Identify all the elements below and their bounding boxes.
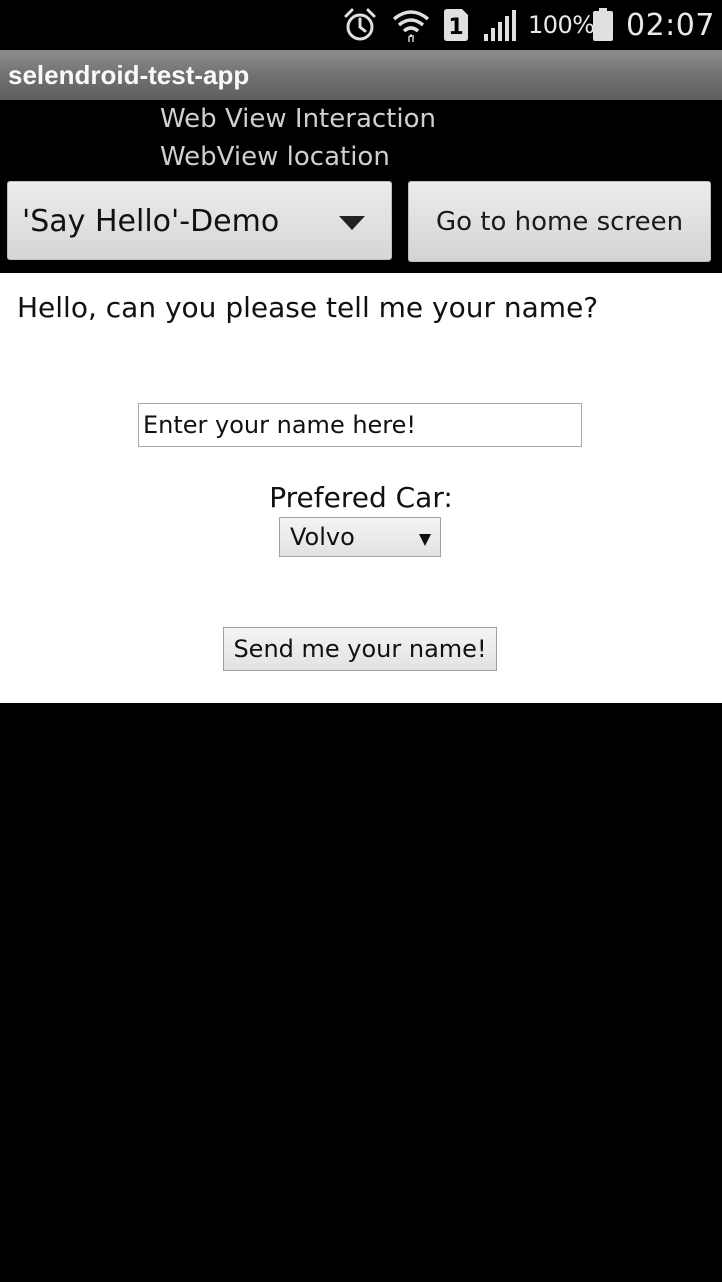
status-bar: 1 100% 02:07 (0, 0, 722, 50)
svg-text:1: 1 (448, 15, 463, 40)
demo-spinner[interactable]: 'Say Hello'-Demo (7, 181, 392, 260)
go-to-home-screen-button[interactable]: Go to home screen (408, 181, 711, 262)
name-question-text: Hello, can you please tell me your name? (17, 291, 599, 324)
web-view-interaction-label: Web View Interaction (160, 104, 436, 134)
alarm-icon (342, 0, 378, 50)
screen: 1 100% 02:07 selendroid-test-app Web Vie… (0, 0, 722, 1282)
spinner-selected-value: 'Say Hello'-Demo (22, 204, 280, 239)
car-selected-value: Volvo (290, 523, 355, 551)
signal-icon (483, 0, 519, 50)
battery-percent: 100% (528, 11, 595, 39)
car-select[interactable]: Volvo (279, 517, 441, 557)
clock: 02:07 (626, 7, 715, 43)
prefered-car-label: Prefered Car: (269, 481, 453, 514)
battery-icon (592, 0, 614, 50)
action-bar: selendroid-test-app (0, 50, 722, 100)
webview: Hello, can you please tell me your name?… (0, 273, 722, 703)
dropdown-arrow-icon (339, 215, 365, 234)
app-title: selendroid-test-app (8, 60, 250, 90)
send-name-button[interactable]: Send me your name! (223, 627, 497, 671)
sim-1-icon: 1 (442, 0, 470, 50)
wifi-icon (392, 0, 430, 50)
name-input[interactable] (138, 403, 582, 447)
select-arrow-icon (419, 531, 431, 550)
webview-location-label: WebView location (160, 142, 390, 172)
